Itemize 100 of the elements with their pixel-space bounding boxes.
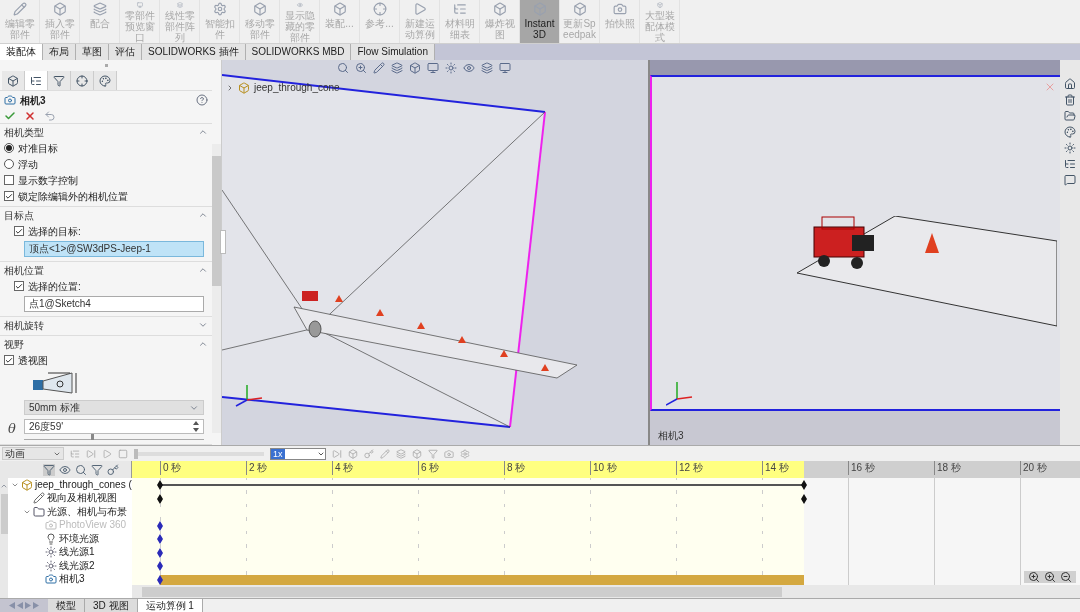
study-tab[interactable]: 运动算例 1 — [137, 599, 203, 612]
tab-scroll-bar[interactable] — [0, 599, 48, 612]
manager-tab-icon[interactable] — [2, 71, 25, 91]
zoom-in-icon[interactable] — [1028, 571, 1040, 583]
tree-filter-icon[interactable] — [43, 463, 55, 476]
scroll-up-icon[interactable] — [0, 482, 8, 490]
undo-icon[interactable] — [44, 109, 56, 122]
playback-icon[interactable] — [86, 448, 96, 459]
task-pane-icon[interactable] — [1064, 94, 1076, 106]
ribbon-tab[interactable]: 评估 — [109, 44, 142, 60]
radio-button[interactable] — [4, 159, 14, 169]
lens-dropdown[interactable]: 50mm 标准 — [24, 400, 204, 415]
view-tool-icon[interactable] — [391, 62, 403, 74]
motion-tool-icon[interactable] — [364, 448, 374, 459]
task-pane-icon[interactable] — [1064, 174, 1076, 186]
tree-item[interactable]: 视向及相机视图 — [47, 492, 117, 505]
ribbon-tab[interactable]: 装配体 — [0, 44, 43, 60]
checkbox[interactable] — [14, 226, 24, 236]
playback-slider[interactable] — [134, 451, 264, 456]
scrollbar-thumb[interactable] — [212, 156, 221, 286]
section-toggle[interactable] — [198, 127, 208, 137]
radio-button[interactable] — [4, 143, 14, 153]
view-tool-icon[interactable] — [427, 62, 439, 74]
view-tool-icon[interactable] — [409, 62, 421, 74]
scrollbar[interactable] — [212, 144, 221, 433]
view-tool-icon[interactable] — [463, 62, 475, 74]
manager-tab-icon[interactable] — [48, 71, 71, 91]
tree-item[interactable]: jeep_through_cones ( — [35, 478, 132, 491]
ribbon-tab[interactable]: 草图 — [76, 44, 109, 60]
study-tab[interactable]: 模型 — [48, 599, 85, 612]
task-pane-icon[interactable] — [1064, 126, 1076, 138]
motion-tool-icon[interactable] — [444, 448, 454, 459]
tree-item[interactable]: 线光源1 — [59, 546, 95, 559]
help-icon[interactable] — [196, 94, 208, 107]
checkbox[interactable] — [14, 281, 24, 291]
feature-tree-label[interactable]: jeep_through_cone — [254, 80, 340, 95]
study-type-dropdown[interactable]: 动画 — [2, 447, 64, 460]
scrollbar-thumb[interactable] — [0, 494, 8, 534]
spinner-icon[interactable] — [193, 421, 199, 432]
section-toggle[interactable] — [198, 339, 208, 349]
ok-icon[interactable] — [4, 109, 16, 122]
task-pane-icon[interactable] — [1064, 78, 1076, 90]
timeline-track[interactable] — [160, 574, 804, 585]
expand-icon[interactable] — [226, 83, 234, 92]
checkbox[interactable] — [4, 191, 14, 201]
keyframe-diamond[interactable] — [157, 534, 163, 544]
tree-item[interactable]: 相机3 — [59, 573, 85, 586]
study-tab[interactable]: 3D 视图 — [85, 599, 138, 612]
tree-filter-icon[interactable] — [91, 463, 103, 476]
tree-item[interactable]: 线光源2 — [59, 559, 95, 572]
ribbon-tab[interactable]: SOLIDWORKS 插件 — [142, 44, 246, 60]
keyframe-diamond[interactable] — [157, 493, 163, 504]
manager-tab-icon[interactable] — [25, 71, 48, 91]
ribbon-tab[interactable]: 布局 — [43, 44, 76, 60]
tree-filter-icon[interactable] — [75, 463, 87, 476]
ribbon-tab[interactable]: SOLIDWORKS MBD — [245, 44, 352, 60]
motion-tool-icon[interactable] — [412, 448, 422, 459]
keyframe-diamond[interactable] — [157, 574, 163, 585]
section-toggle[interactable] — [198, 265, 208, 275]
panel-toggle[interactable] — [220, 230, 226, 254]
collapse-handle-icon[interactable] — [104, 64, 108, 67]
keyframe-diamond[interactable] — [157, 480, 163, 490]
keyframe-diamond[interactable] — [801, 480, 807, 490]
zoom-out-icon[interactable] — [1060, 571, 1072, 583]
tree-filter-icon[interactable] — [107, 463, 119, 476]
zoom-in-icon[interactable] — [1044, 571, 1056, 583]
toolbar-button[interactable]: Instant3D — [520, 0, 560, 43]
view-tool-icon[interactable] — [373, 62, 385, 74]
task-pane-icon[interactable] — [1064, 158, 1076, 170]
task-pane-icon[interactable] — [1064, 142, 1076, 154]
motion-tool-icon[interactable] — [332, 448, 342, 459]
manager-tab-icon[interactable] — [71, 71, 94, 91]
tree-filter-icon[interactable] — [59, 463, 71, 476]
motion-tool-icon[interactable] — [396, 448, 406, 459]
section-toggle[interactable] — [198, 210, 208, 220]
ribbon-tab[interactable]: Flow Simulation — [351, 44, 435, 60]
slider-thumb[interactable] — [90, 434, 94, 440]
task-pane-icon[interactable] — [1064, 110, 1076, 122]
view-tool-icon[interactable] — [355, 62, 367, 74]
keyframe-diamond[interactable] — [801, 493, 807, 504]
motion-tool-icon[interactable] — [428, 448, 438, 459]
checkbox[interactable] — [4, 175, 14, 185]
tree-item[interactable]: 环境光源 — [59, 532, 99, 545]
keyframe-diamond[interactable] — [157, 547, 163, 558]
slider-thumb[interactable] — [134, 448, 138, 459]
view-tool-icon[interactable] — [337, 62, 349, 74]
view-tool-icon[interactable] — [481, 62, 493, 74]
speed-dropdown[interactable]: 1x — [270, 447, 326, 460]
section-toggle[interactable] — [198, 320, 208, 330]
manager-tab-icon[interactable] — [94, 71, 117, 91]
selection-field[interactable]: 顶点<1>@SW3dPS-Jeep-1 — [24, 241, 204, 257]
angle-slider[interactable] — [24, 434, 204, 440]
angle-field[interactable]: 26度59' — [24, 419, 204, 434]
tree-item[interactable]: 光源、相机与布景 — [47, 505, 127, 518]
motion-tool-icon[interactable] — [348, 448, 358, 459]
checkbox[interactable] — [4, 355, 14, 365]
scrollbar[interactable] — [142, 586, 782, 597]
selection-field[interactable]: 点1@Sketch4 — [24, 296, 204, 312]
keyframe-diamond[interactable] — [157, 561, 163, 571]
close-icon[interactable] — [24, 109, 36, 122]
